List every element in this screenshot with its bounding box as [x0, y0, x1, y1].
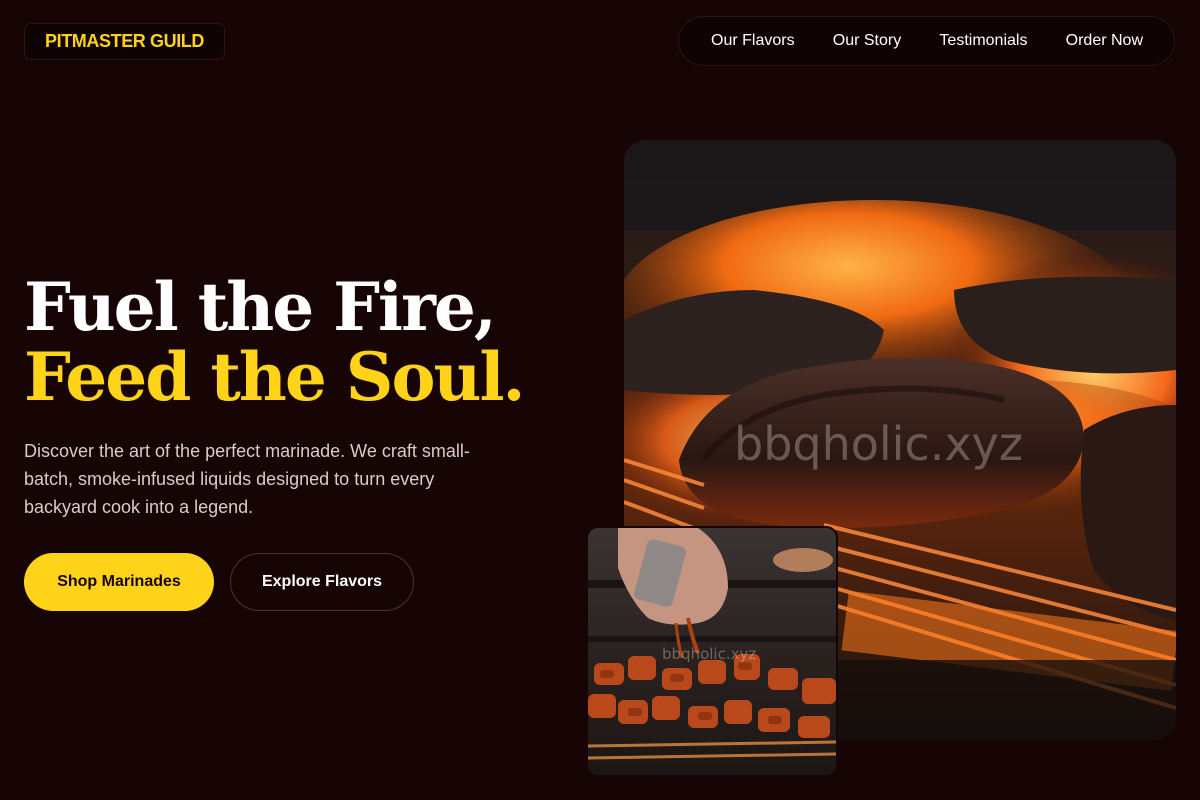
shop-marinades-button[interactable]: Shop Marinades	[24, 553, 214, 611]
hero-headline: Fuel the Fire, Feed the Soul.	[24, 272, 584, 412]
nav-link-our-story[interactable]: Our Story	[833, 32, 901, 50]
brand-logo[interactable]: PITMASTER GUILD	[24, 23, 225, 60]
nav-link-our-flavors[interactable]: Our Flavors	[711, 32, 795, 50]
explore-flavors-button[interactable]: Explore Flavors	[230, 553, 414, 611]
thumb-image-watermark: bbqholic.xyz	[662, 645, 756, 663]
landing-page: PITMASTER GUILD Our Flavors Our Story Te…	[0, 0, 1200, 800]
nav-link-order-now[interactable]: Order Now	[1066, 32, 1143, 50]
nav-link-testimonials[interactable]: Testimonials	[939, 32, 1027, 50]
hero-subtext: Discover the art of the perfect marinade…	[24, 441, 470, 517]
hero-headline-line2: Feed the Soul.	[24, 338, 526, 416]
skewers-illustration: bbqholic.xyz	[588, 528, 836, 775]
hero-headline-line1: Fuel the Fire,	[24, 268, 497, 346]
hero-thumbnail-image: bbqholic.xyz	[586, 526, 838, 777]
main-image-watermark: bbqholic.xyz	[734, 417, 1023, 471]
brand-logo-text: PITMASTER GUILD	[45, 31, 204, 51]
main-nav: Our Flavors Our Story Testimonials Order…	[678, 16, 1175, 66]
